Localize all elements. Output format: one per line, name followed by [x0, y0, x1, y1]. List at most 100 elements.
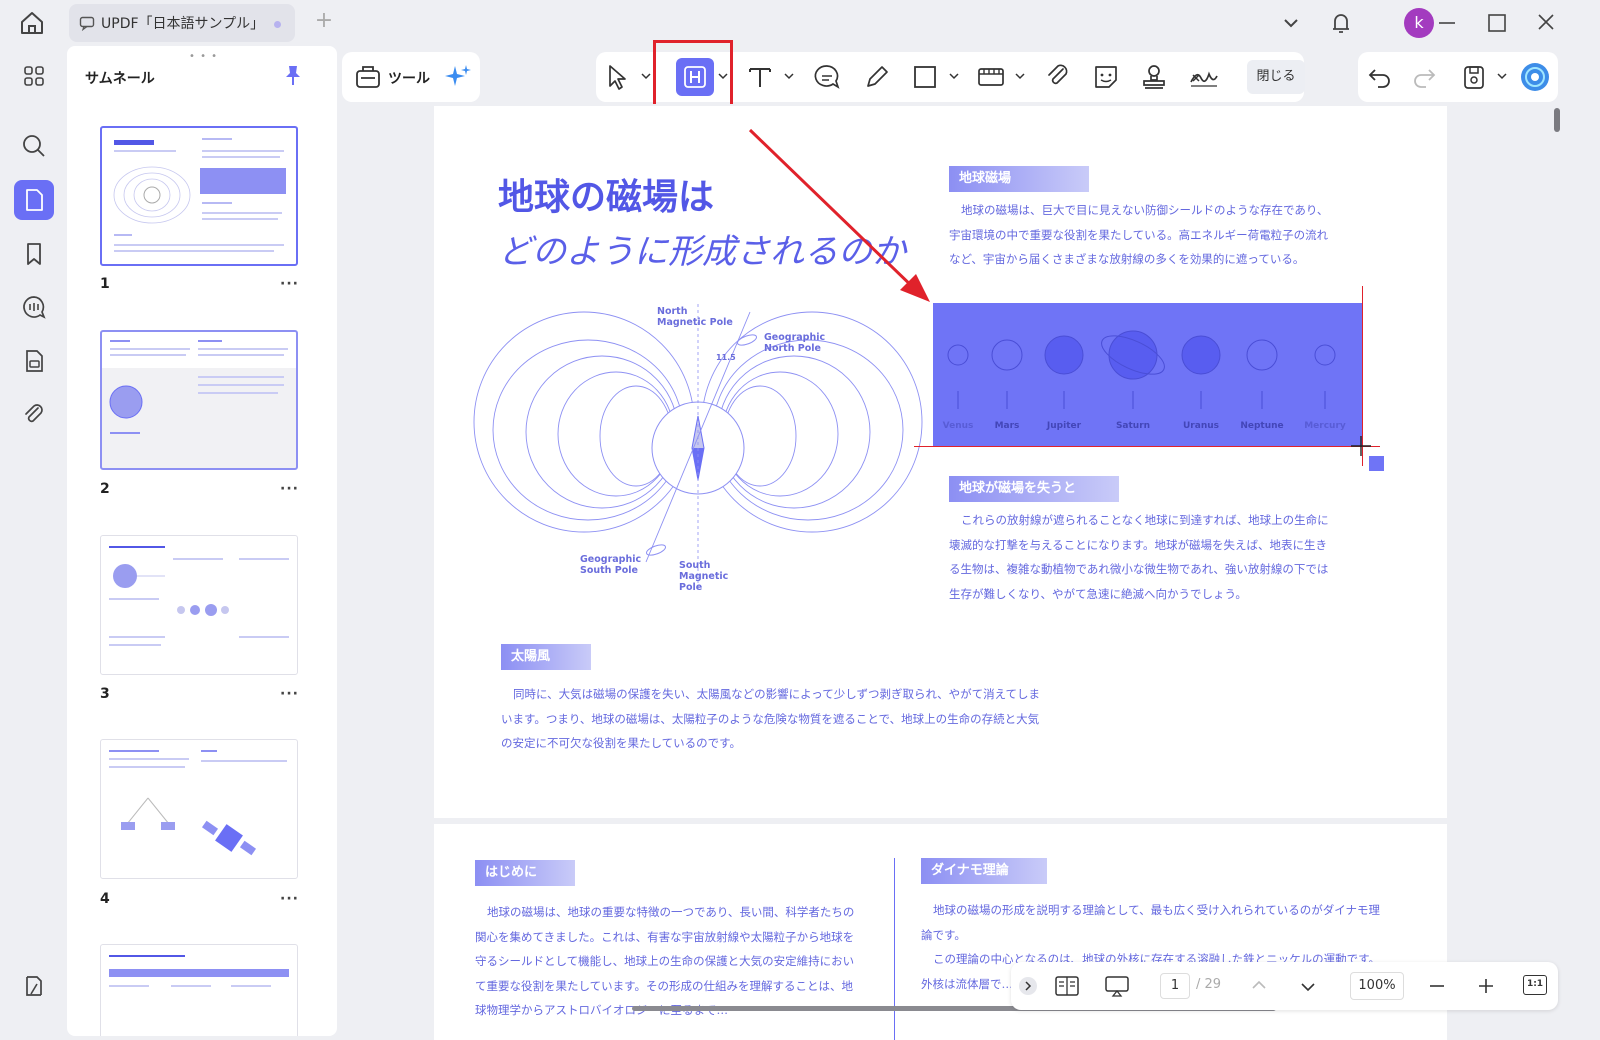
page-icon	[26, 189, 43, 211]
paperclip-icon	[25, 404, 43, 423]
section-heading: ダイナモ理論	[921, 858, 1047, 884]
document-tab[interactable]: UPDF「日本語サンプル」	[69, 4, 295, 42]
thumbnail-more-button[interactable]: ···	[280, 686, 299, 702]
sticker-icon[interactable]	[1089, 60, 1123, 94]
thumbnail-page-4[interactable]	[100, 739, 298, 879]
thumbnail-page-3[interactable]	[100, 535, 298, 675]
presentation-icon[interactable]	[1103, 974, 1131, 998]
comments-button[interactable]	[14, 287, 54, 327]
left-rail	[0, 44, 66, 1040]
section-heading: 太陽風	[501, 644, 591, 670]
thumbnail-number: 1	[100, 276, 110, 292]
planet-label: Saturn	[1115, 421, 1151, 431]
select-cursor-icon[interactable]	[600, 60, 634, 94]
planet-label: Jupiter	[1046, 421, 1082, 431]
collapse-bar-icon[interactable]	[1018, 976, 1038, 996]
attach-icon[interactable]	[1041, 60, 1075, 94]
crosshair-cursor-icon	[1351, 436, 1384, 471]
redo-icon[interactable]	[1407, 60, 1441, 94]
maximize-icon[interactable]	[1486, 8, 1508, 38]
page-layout-icon[interactable]	[1054, 974, 1080, 998]
form-icon	[26, 350, 43, 372]
tools-label[interactable]: ツール	[388, 68, 430, 88]
section-paragraph: 地球の磁場は、巨大で目に見えない防御シールドのような存在であり、 宇宙環境の中で…	[949, 203, 1329, 266]
thumbnail-more-button[interactable]: ···	[280, 276, 299, 292]
planet-image-highlighted[interactable]: Venus Mars Jupiter Saturn Uranus Neptune…	[933, 303, 1363, 447]
thumbnail-page-1[interactable]	[100, 126, 298, 266]
pin-icon[interactable]	[283, 64, 303, 86]
undo-icon[interactable]	[1363, 60, 1397, 94]
thumbnail-panel: • • • サムネール 1 ··· 2 ··· 3 ··· 4 ···	[67, 46, 337, 1036]
diagram-angle-label: 11.5	[716, 353, 736, 362]
minimize-icon[interactable]	[1436, 8, 1458, 38]
arrow-annotation	[748, 128, 930, 302]
planet-label: Uranus	[1183, 421, 1219, 431]
zoom-level[interactable]: 100%	[1350, 972, 1404, 1000]
panel-title: サムネール	[85, 71, 155, 87]
tab-title: UPDF「日本語サンプル」	[101, 16, 265, 32]
thumbnail-page-5[interactable]	[100, 944, 298, 1036]
ai-assistant-icon[interactable]	[1518, 60, 1552, 94]
next-page-icon[interactable]	[1297, 978, 1319, 996]
section-heading: 地球磁場	[949, 166, 1089, 192]
chevron-down-icon[interactable]	[1015, 72, 1025, 80]
theme-button[interactable]	[14, 966, 54, 1006]
signature-icon[interactable]	[1187, 60, 1221, 94]
document-viewport[interactable]: 地球の磁場は どのように形成されるのか 地球磁場 地球の磁場は、巨大で目に見えな…	[338, 104, 1600, 1040]
planet-label: Mars	[994, 421, 1020, 431]
section-heading: 地球が磁場を失うと	[949, 476, 1119, 502]
bookmark-icon	[27, 243, 41, 265]
book-icon	[26, 976, 42, 996]
close-toolbar-button[interactable]: 閉じる	[1247, 60, 1305, 94]
thumbnails-button[interactable]	[14, 180, 54, 220]
avatar[interactable]: k	[1404, 8, 1434, 38]
column-divider	[894, 858, 895, 1040]
chevron-down-icon[interactable]	[641, 72, 651, 80]
chevron-down-icon[interactable]	[949, 72, 959, 80]
unsaved-dot-icon	[274, 21, 281, 28]
save-icon[interactable]	[1457, 60, 1491, 94]
planet-label: Venus	[942, 421, 974, 431]
chevron-down-icon[interactable]	[784, 72, 794, 80]
previous-page-icon[interactable]	[1248, 976, 1270, 994]
stamp-icon[interactable]	[1137, 60, 1171, 94]
doc-title: 地球の磁場は	[498, 177, 715, 218]
vertical-scrollbar[interactable]	[1554, 108, 1560, 132]
attachments-button[interactable]	[14, 394, 54, 434]
zoom-in-icon[interactable]	[1475, 976, 1497, 996]
diagram-label: Geographic South Pole	[580, 554, 642, 576]
section-paragraph: 地球の磁場は、地球の重要な特徴の一つであり、長い間、科学者たちの 関心を集めてき…	[475, 905, 855, 1017]
thumbnail-more-button[interactable]: ···	[280, 481, 299, 497]
thumbnail-number: 4	[100, 891, 110, 907]
toolbox-icon[interactable]	[351, 60, 385, 94]
thumbnail-more-button[interactable]: ···	[280, 891, 299, 907]
bell-icon[interactable]	[1329, 8, 1353, 38]
current-page-input[interactable]: 1	[1160, 973, 1190, 999]
search-button[interactable]	[14, 126, 54, 166]
thumbnail-number: 2	[100, 481, 110, 497]
total-pages: / 29	[1196, 977, 1222, 992]
actual-size-button[interactable]: 1:1	[1523, 975, 1547, 995]
diagram-label: South Magnetic Pole	[679, 560, 729, 593]
search-icon	[23, 135, 45, 157]
chevron-down-icon[interactable]	[1280, 8, 1302, 38]
close-window-icon[interactable]	[1535, 8, 1557, 38]
pencil-icon[interactable]	[860, 60, 894, 94]
chevron-down-icon[interactable]	[1497, 72, 1507, 80]
panel-grip[interactable]: • • •	[189, 51, 218, 62]
diagram-label: North Magnetic Pole	[657, 306, 733, 328]
home-icon[interactable]	[18, 10, 46, 36]
rectangle-icon[interactable]	[908, 60, 942, 94]
comment-icon[interactable]	[810, 60, 844, 94]
section-heading: はじめに	[475, 860, 575, 886]
apps-button[interactable]	[14, 56, 54, 96]
grid-icon	[24, 66, 44, 86]
thumbnail-page-2[interactable]	[100, 330, 298, 470]
measure-icon[interactable]	[974, 60, 1008, 94]
forms-button[interactable]	[14, 341, 54, 381]
zoom-out-icon[interactable]	[1426, 976, 1448, 996]
text-icon[interactable]	[743, 60, 777, 94]
ai-sparkle-icon[interactable]	[441, 60, 475, 94]
new-tab-button[interactable]: +	[312, 10, 336, 34]
bookmarks-button[interactable]	[14, 234, 54, 274]
